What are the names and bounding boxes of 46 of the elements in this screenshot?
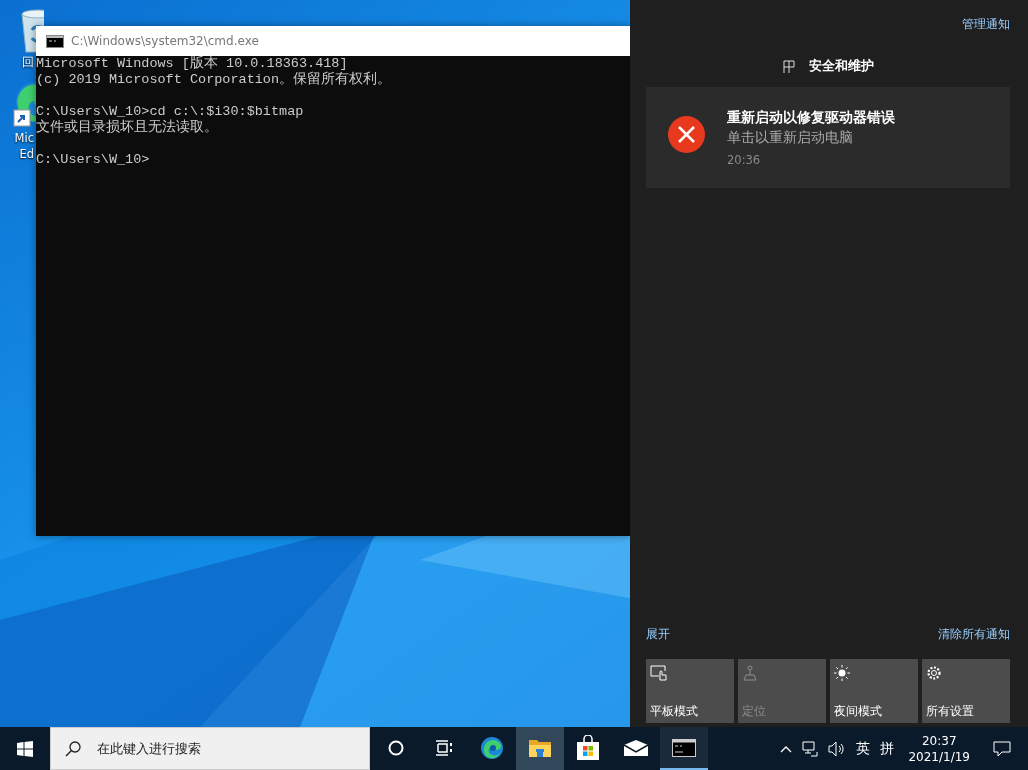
console-icon <box>46 34 64 48</box>
circle-icon <box>388 739 404 756</box>
app-group-icon <box>782 59 795 73</box>
windows-logo-icon <box>17 740 33 757</box>
error-icon <box>668 116 705 153</box>
speaker-icon[interactable] <box>828 740 847 757</box>
notification-time: 20:36 <box>727 153 762 167</box>
desktop-icon-label[interactable]: Mic <box>14 130 35 146</box>
expand-link[interactable]: 展开 <box>646 626 670 643</box>
tablet-touch-icon <box>650 665 668 681</box>
notification-body: 单击以重新启动电脑 <box>727 129 854 147</box>
settings-icon <box>926 665 942 681</box>
window-title: C:\Windows\system32\cmd.exe <box>71 34 259 48</box>
quick-action-tile[interactable]: 所有设置 <box>922 659 1010 723</box>
search-icon <box>65 740 81 757</box>
sun-icon <box>834 665 850 681</box>
input-language-indicator[interactable]: 英 <box>856 739 871 758</box>
console-line: Microsoft Windows [版本 10.0.18363.418] <box>36 56 349 71</box>
clock[interactable]: 20:37 2021/1/19 <box>908 732 970 765</box>
console-line: (c) 2019 Microsoft Corporation。保留所有权利。 <box>36 72 393 88</box>
manage-notifications-link[interactable]: 管理通知 <box>962 16 1010 33</box>
network-icon[interactable] <box>802 740 819 757</box>
console-line: C:\Users\W_10> <box>36 151 151 168</box>
envelope-icon <box>623 738 649 757</box>
search-field[interactable]: 在此键入进行搜索 <box>50 727 370 770</box>
edge-icon <box>480 735 504 760</box>
console-line: C:\Users\W_10>cd c:\:$i30:$bitmap <box>36 103 305 119</box>
notification-card[interactable]: 重新启动以修复驱动器错误 单击以重新启动电脑 20:36 <box>646 87 1010 188</box>
chevron-up-icon[interactable] <box>780 744 793 753</box>
desktop-icon-label[interactable]: Ed <box>19 146 35 162</box>
notification-icon[interactable] <box>993 740 1011 757</box>
console-line: 文件或目录损坏且无法读取。 <box>36 120 219 136</box>
taskbar-app-button[interactable] <box>516 727 564 770</box>
store-bag-icon <box>576 734 600 761</box>
console-icon <box>672 738 696 757</box>
taskbar-app-button[interactable] <box>660 727 708 770</box>
input-mode-indicator[interactable]: 拼 <box>880 739 895 758</box>
task-view-icon <box>435 739 453 756</box>
search-input[interactable]: 在此键入进行搜索 <box>95 740 349 757</box>
location-pin-icon <box>742 665 758 681</box>
notification-title: 重新启动以修复驱动器错误 <box>727 109 895 127</box>
desktop-icon-label[interactable]: 回 <box>22 54 35 70</box>
quick-action-tile[interactable]: 平板模式 <box>646 659 734 723</box>
notification-group-title: 安全和维护 <box>808 57 874 75</box>
quick-action-tile[interactable]: 夜间模式 <box>830 659 918 723</box>
clear-all-link[interactable]: 清除所有通知 <box>938 626 1010 643</box>
